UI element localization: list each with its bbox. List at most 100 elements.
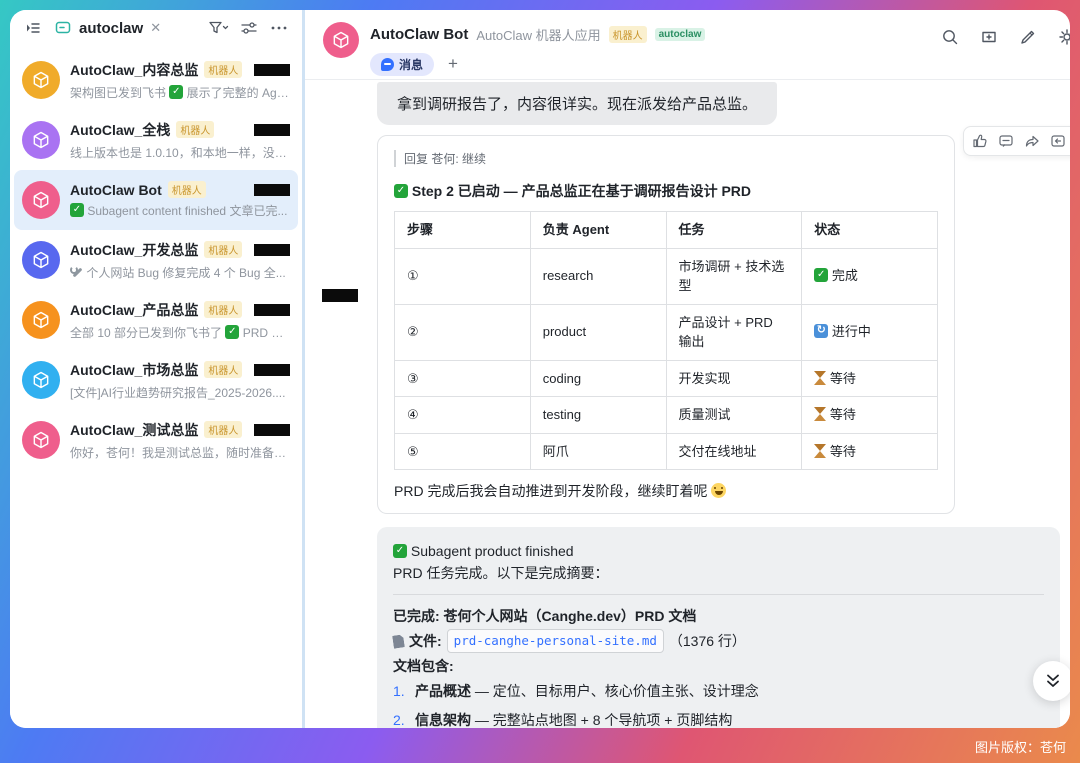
chat-title: AutoClaw_测试总监 xyxy=(70,420,198,440)
more-options-icon[interactable] xyxy=(268,17,290,39)
steps-table: 步骤 负责 Agent 任务 状态 ① research 市场调研 + 技术选型… xyxy=(394,211,938,470)
sidebar: autoclaw ✕ AutoClaw_内容总监机器人 架构图已发到飞书 展示了… xyxy=(10,10,305,728)
chat-list-item[interactable]: AutoClaw_产品总监机器人 全部 10 部分已发到你飞书了 PRD 太..… xyxy=(14,290,298,350)
header-actions xyxy=(939,26,1070,48)
summary-line2: PRD 任务完成。以下是完成摘要： xyxy=(393,562,1044,584)
table-row: ② product 产品设计 + PRD 输出 进行中 xyxy=(395,304,938,360)
redacted-timestamp xyxy=(254,304,290,316)
sidebar-header: autoclaw ✕ xyxy=(10,10,302,46)
robot-tag: 机器人 xyxy=(204,61,242,78)
tab-messages[interactable]: 消息 xyxy=(370,53,434,76)
check-emoji-icon xyxy=(169,85,183,99)
annotate-pen-icon[interactable] xyxy=(1017,26,1039,48)
clear-search-icon[interactable]: ✕ xyxy=(150,20,161,36)
chat-preview: [文件]AI行业趋势研究报告_2025-2026.... xyxy=(70,384,290,401)
check-emoji-icon xyxy=(814,268,828,282)
table-cell-step: ⑤ xyxy=(395,433,531,470)
list-term: 信息架构 xyxy=(415,712,471,728)
table-cell-status: 完成 xyxy=(802,248,938,304)
quote-reply-icon[interactable] xyxy=(1048,131,1068,151)
table-row: ⑤ 阿爪 交付在线地址 等待 xyxy=(395,433,938,470)
file-name-link[interactable]: prd-canghe-personal-site.md xyxy=(447,629,664,653)
bot-avatar xyxy=(22,241,60,279)
chat-title: AutoClaw_开发总监 xyxy=(70,240,198,260)
search-icon[interactable] xyxy=(939,26,961,48)
autoclaw-tag: autoclaw xyxy=(655,28,706,41)
list-item: 1.产品概述 — 定位、目标用户、核心价值主张、设计理念 xyxy=(393,677,1044,706)
message-hover-toolbar xyxy=(963,126,1070,156)
add-tab-button[interactable]: + xyxy=(448,54,458,74)
contains-label: 文档包含: xyxy=(393,655,1044,677)
chat-list-item[interactable]: AutoClaw_全栈机器人 线上版本也是 1.0.10，和本地一样，没有... xyxy=(14,110,298,170)
table-header-cell: 任务 xyxy=(666,212,802,249)
tab-messages-label: 消息 xyxy=(399,56,423,73)
new-window-icon[interactable] xyxy=(978,26,1000,48)
step-heading: Step 2 已启动 — 产品总监正在基于调研报告设计 PRD xyxy=(394,181,938,201)
chat-preview: 全部 10 部分已发到你飞书了 PRD 太... xyxy=(70,324,290,341)
search-chip-label: autoclaw xyxy=(79,20,143,37)
check-emoji-icon xyxy=(394,184,408,198)
chat-preview: 线上版本也是 1.0.10，和本地一样，没有... xyxy=(70,144,290,161)
redacted-timestamp xyxy=(254,64,290,76)
conversation-subtitle: AutoClaw 机器人应用 xyxy=(476,25,600,44)
conversation-title: AutoClaw Bot xyxy=(370,26,468,43)
check-emoji-icon xyxy=(70,203,84,217)
chat-list-item[interactable]: AutoClaw_内容总监机器人 架构图已发到飞书 展示了完整的 Age... xyxy=(14,50,298,110)
divider xyxy=(393,594,1044,595)
double-chevron-down-icon xyxy=(1044,672,1062,690)
filter-funnel-icon[interactable] xyxy=(208,17,230,39)
chat-list-item[interactable]: AutoClaw_市场总监机器人 [文件]AI行业趋势研究报告_2025-202… xyxy=(14,350,298,410)
list-number: 1. xyxy=(393,677,409,706)
chat-list-item[interactable]: AutoClaw_测试总监机器人 你好，苍何！我是测试总监，随时准备接... xyxy=(14,410,298,470)
table-cell-agent: testing xyxy=(530,397,666,434)
hg-emoji-icon xyxy=(814,444,826,458)
sort-settings-icon[interactable] xyxy=(238,17,260,39)
table-row: ④ testing 质量测试 等待 xyxy=(395,397,938,434)
chat-list-item[interactable]: AutoClaw_开发总监机器人 个人网站 Bug 修复完成 4 个 Bug 全… xyxy=(14,230,298,290)
search-filter-chip[interactable]: autoclaw ✕ xyxy=(52,17,161,39)
scroll-to-bottom-button[interactable] xyxy=(1033,661,1070,701)
forward-icon[interactable] xyxy=(1022,131,1042,151)
bot-avatar xyxy=(22,61,60,99)
chat-title: AutoClaw_产品总监 xyxy=(70,300,198,320)
table-cell-step: ④ xyxy=(395,397,531,434)
redacted-timestamp xyxy=(254,364,290,376)
status-card-message: 回复 苍何: 继续 Step 2 已启动 — 产品总监正在基于调研报告设计 PR… xyxy=(377,135,955,514)
file-line-count: （1376 行） xyxy=(669,630,746,652)
smile-emoji-icon xyxy=(711,483,726,498)
list-item: 2. 信息架构 — 完整站点地图 + 8 个导航项 + 页脚结构 xyxy=(393,706,1044,728)
table-cell-status: 等待 xyxy=(802,397,938,434)
app-window: autoclaw ✕ AutoClaw_内容总监机器人 架构图已发到飞书 展示了… xyxy=(10,10,1070,728)
bot-avatar xyxy=(22,301,60,339)
table-cell-status: 等待 xyxy=(802,433,938,470)
chat-title: AutoClaw_市场总监 xyxy=(70,360,198,380)
file-icon xyxy=(392,634,405,648)
hg-emoji-icon xyxy=(814,371,826,385)
reply-quote[interactable]: 回复 苍何: 继续 xyxy=(394,150,938,167)
collapse-panel-icon[interactable] xyxy=(22,17,44,39)
table-header-cell: 负责 Agent xyxy=(530,212,666,249)
comment-icon[interactable] xyxy=(996,131,1016,151)
bot-avatar xyxy=(22,421,60,459)
chat-preview: Subagent content finished 文章已完... xyxy=(70,202,290,219)
table-header-cell: 状态 xyxy=(802,212,938,249)
summary-done-title: 已完成: 苍何个人网站（Canghe.dev）PRD 文档 xyxy=(393,605,1044,627)
settings-gear-icon[interactable] xyxy=(1056,26,1070,48)
chat-list-item-selected[interactable]: AutoClaw Bot机器人 Subagent content finishe… xyxy=(14,170,298,230)
table-cell-task: 产品设计 + PRD 输出 xyxy=(666,304,802,360)
bot-avatar xyxy=(22,121,60,159)
list-desc: — 完整站点地图 + 8 个导航项 + 页脚结构 xyxy=(475,712,732,728)
list-desc: — 定位、目标用户、核心价值主张、设计理念 xyxy=(475,683,759,699)
bot-avatar xyxy=(323,22,359,58)
table-cell-task: 交付在线地址 xyxy=(666,433,802,470)
topic-bubble-icon xyxy=(52,17,74,39)
chat-list: AutoClaw_内容总监机器人 架构图已发到飞书 展示了完整的 Age... … xyxy=(10,46,302,474)
summary-line1: Subagent product finished xyxy=(393,540,1044,562)
redacted-block xyxy=(322,289,358,302)
thumbs-up-icon[interactable] xyxy=(970,131,990,151)
list-number: 2. xyxy=(393,706,409,728)
message-bubble-icon xyxy=(381,58,394,71)
robot-tag: 机器人 xyxy=(176,121,214,138)
chat-title: AutoClaw_全栈 xyxy=(70,120,170,140)
bot-avatar xyxy=(22,361,60,399)
